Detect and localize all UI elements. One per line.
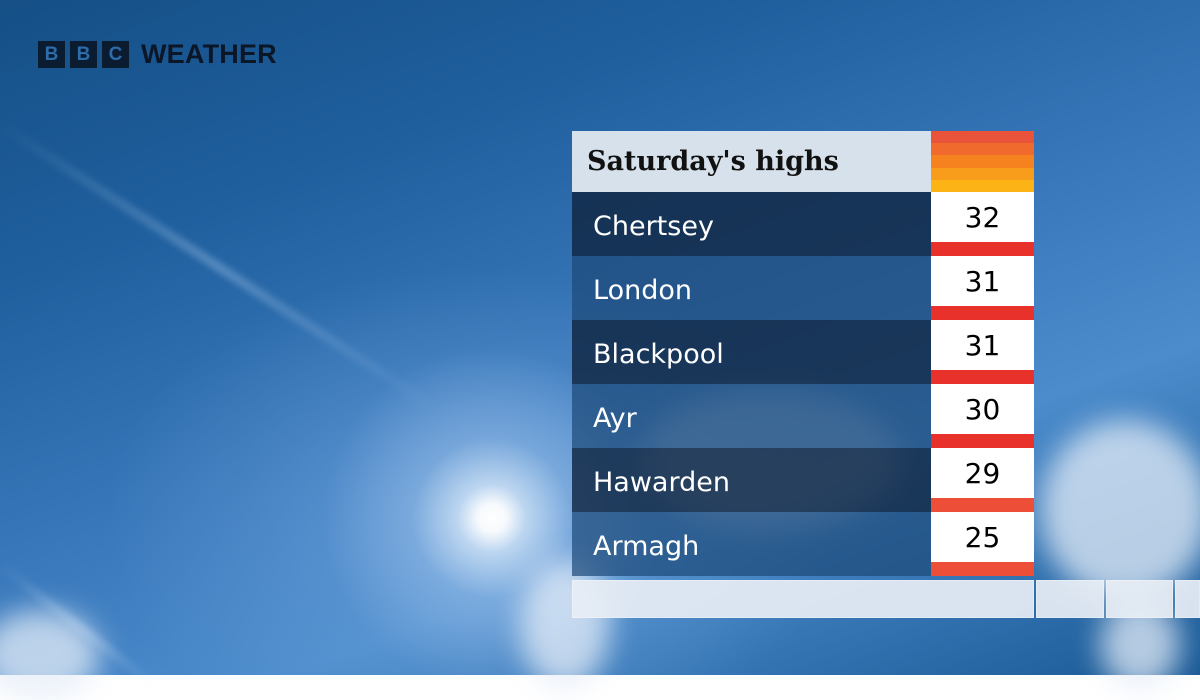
- table-header: Saturday's highs: [572, 131, 1034, 193]
- temperature-bar: [931, 242, 1034, 256]
- place-name: Chertsey: [572, 192, 931, 256]
- table-row: Blackpool 31: [572, 320, 1034, 384]
- footer-segment: [1106, 580, 1173, 618]
- logo-letter: B: [38, 41, 65, 68]
- place-name: Hawarden: [572, 448, 931, 512]
- temperature-value: 32: [931, 192, 1034, 242]
- temperature-bar: [931, 434, 1034, 448]
- temperature-cell: 32: [931, 192, 1034, 256]
- place-name: Armagh: [572, 512, 931, 576]
- logo-letter: C: [102, 41, 129, 68]
- table-title: Saturday's highs: [572, 131, 931, 192]
- temperature-color-scale: [931, 131, 1034, 193]
- temperature-cell: 31: [931, 256, 1034, 320]
- table-row: London 31: [572, 256, 1034, 320]
- temperature-cell: 25: [931, 512, 1034, 576]
- temperature-bar: [931, 370, 1034, 384]
- temperature-value: 25: [931, 512, 1034, 562]
- table-row: Chertsey 32: [572, 192, 1034, 256]
- place-name: Ayr: [572, 384, 931, 448]
- footer-segment: [1175, 580, 1200, 618]
- temperature-bar: [931, 306, 1034, 320]
- logo-letter: B: [70, 41, 97, 68]
- place-name: London: [572, 256, 931, 320]
- temperature-value: 31: [931, 320, 1034, 370]
- bbc-weather-logo: B B C WEATHER: [38, 39, 277, 70]
- temperature-cell: 30: [931, 384, 1034, 448]
- temperature-value: 29: [931, 448, 1034, 498]
- table-row: Hawarden 29: [572, 448, 1034, 512]
- scale-stripe: [931, 179, 1034, 193]
- scale-stripe: [931, 143, 1034, 156]
- temperature-value: 31: [931, 256, 1034, 306]
- temperature-bar: [931, 562, 1034, 576]
- footer-bar: [572, 580, 1034, 618]
- footer-segment: [1036, 580, 1104, 618]
- temperature-value: 30: [931, 384, 1034, 434]
- scale-stripe: [931, 155, 1034, 168]
- place-name: Blackpool: [572, 320, 931, 384]
- temperature-bar: [931, 498, 1034, 512]
- logo-wordmark: WEATHER: [141, 39, 277, 69]
- cloud: [1040, 420, 1200, 600]
- temperature-cell: 29: [931, 448, 1034, 512]
- temperature-table: Saturday's highs Chertsey 32 London 31 B…: [572, 131, 1034, 576]
- scale-stripe: [931, 167, 1034, 180]
- table-row: Ayr 30: [572, 384, 1034, 448]
- temperature-cell: 31: [931, 320, 1034, 384]
- table-row: Armagh 25: [572, 512, 1034, 576]
- scale-stripe: [931, 131, 1034, 144]
